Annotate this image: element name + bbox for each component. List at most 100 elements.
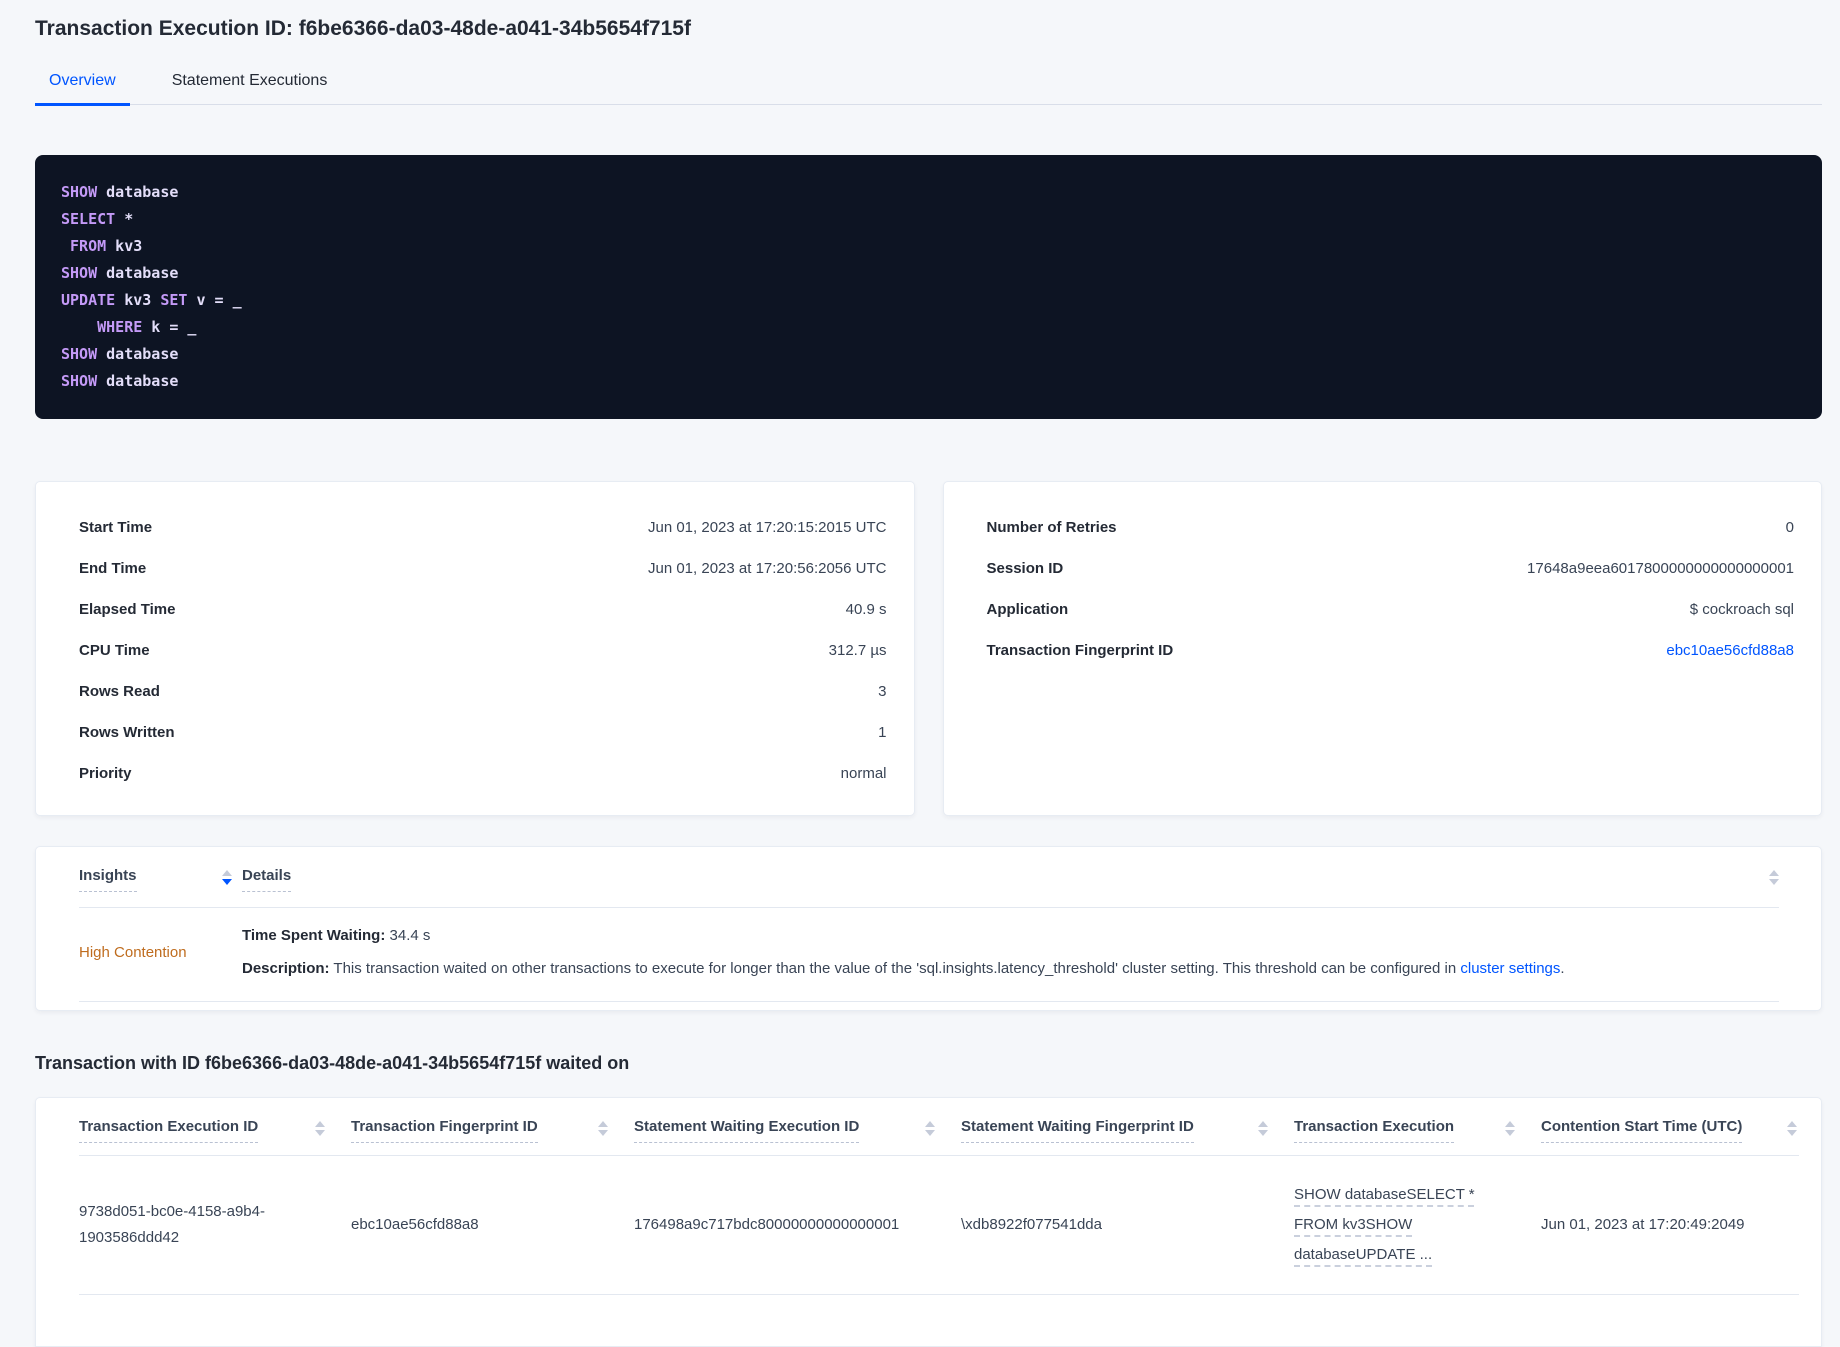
insight-type-badge: High Contention [79,944,187,961]
summary-row: End Time Jun 01, 2023 at 17:20:56:2056 UT… [79,548,887,589]
sql-text: kv3 [115,291,161,309]
table-row: 9738d051-bc0e-4158-a9b4-1903586ddd42 ebc… [79,1156,1799,1295]
row-label: Session ID [986,560,1064,577]
row-label: Elapsed Time [79,601,176,618]
sort-up-icon [1787,1121,1797,1127]
column-header: Transaction Fingerprint ID [351,1118,634,1143]
execution-summary-card: Start Time Jun 01, 2023 at 17:20:15:2015 … [35,481,915,816]
sort-up-icon [222,870,232,876]
sort-down-icon [1505,1130,1515,1136]
column-header: Statement Waiting Execution ID [634,1118,961,1143]
tab-statement-executions[interactable]: Statement Executions [158,72,342,106]
row-label: Number of Retries [986,519,1117,536]
summary-row: Application $ cockroach sql [987,589,1795,630]
sql-statements-box: SHOW database SELECT * FROM kv3 SHOW dat… [35,155,1822,419]
row-label: Priority [79,765,132,782]
waited-on-table-header: Transaction Execution ID Transaction Fin… [79,1118,1799,1156]
sort-down-icon [598,1130,608,1136]
column-label[interactable]: Contention Start Time (UTC) [1541,1118,1743,1143]
transaction-details-page: Transaction Execution ID: f6be6366-da03-… [0,0,1840,1347]
tab-bar: Overview Statement Executions [35,72,1822,106]
sql-line: SHOW database [61,368,1796,395]
transaction-execution-link[interactable]: SHOW databaseSELECT * FROM kv3SHOW datab… [1294,1180,1476,1270]
description-suffix: . [1560,960,1565,977]
sql-line: SHOW database [61,260,1796,287]
tab-overview[interactable]: Overview [35,72,130,106]
sql-keyword: SHOW [61,345,98,363]
sort-up-icon [925,1121,935,1127]
details-column-label[interactable]: Details [242,867,292,892]
sql-line: SHOW database [61,341,1796,368]
sql-line: SHOW database [61,179,1796,206]
row-value: Jun 01, 2023 at 17:20:56:2056 UTC [647,560,887,577]
sort-icon[interactable] [1769,867,1779,885]
transaction-fingerprint-link[interactable]: ebc10ae56cfd88a8 [1666,642,1794,659]
row-value: 40.9 s [845,601,887,618]
row-label: End Time [79,560,147,577]
insight-details: Time Spent Waiting: 34.4 s Description: … [242,925,1779,980]
column-label[interactable]: Transaction Fingerprint ID [351,1118,538,1143]
column-header: Statement Waiting Fingerprint ID [961,1118,1294,1143]
insights-table-header: Insights Details [79,867,1779,908]
insight-description-line: Description: This transaction waited on … [242,958,1779,980]
insights-column-header: Insights [79,867,242,892]
transaction-execution-id-cell: 9738d051-bc0e-4158-a9b4-1903586ddd42 [79,1203,265,1246]
row-label: Rows Read [79,683,160,700]
sql-text: database [97,183,179,201]
sql-text: kv3 [106,237,143,255]
sort-down-icon [315,1130,325,1136]
column-label[interactable]: Statement Waiting Execution ID [634,1118,860,1143]
insight-row: High Contention Time Spent Waiting: 34.4… [79,908,1779,1002]
sort-icon[interactable] [222,867,232,885]
summary-row: Priority normal [79,753,887,794]
row-label: Application [986,601,1069,618]
sort-icon[interactable] [598,1118,608,1136]
sql-keyword: SHOW [61,183,98,201]
statement-waiting-fingerprint-id-cell: \xdb8922f077541dda [961,1216,1102,1233]
statement-waiting-execution-id-cell: 176498a9c717bdc80000000000000001 [634,1216,900,1233]
sort-up-icon [1505,1121,1515,1127]
row-value: 312.7 µs [828,642,887,659]
sort-up-icon [598,1121,608,1127]
sql-line: FROM kv3 [61,233,1796,260]
sort-icon[interactable] [925,1118,935,1136]
transaction-fingerprint-id-cell: ebc10ae56cfd88a8 [351,1216,479,1233]
sort-icon[interactable] [1258,1118,1268,1136]
summary-row: Start Time Jun 01, 2023 at 17:20:15:2015 … [79,507,887,548]
sql-text: v = _ [187,291,242,309]
column-label[interactable]: Transaction Execution ID [79,1118,259,1143]
row-value: Jun 01, 2023 at 17:20:15:2015 UTC [647,519,887,536]
sort-down-icon [1258,1130,1268,1136]
insight-waiting-line: Time Spent Waiting: 34.4 s [242,925,1779,947]
description-text: This transaction waited on other transac… [329,960,1461,977]
row-value: normal [840,765,887,782]
sql-line: SELECT * [61,206,1796,233]
sql-keyword: SHOW [61,264,98,282]
insights-column-label[interactable]: Insights [79,867,137,892]
sort-down-icon [1769,879,1779,885]
summary-cards: Start Time Jun 01, 2023 at 17:20:15:2015 … [35,481,1822,816]
sort-icon[interactable] [1787,1118,1797,1136]
sort-icon[interactable] [1505,1118,1515,1136]
waiting-label: Time Spent Waiting: [242,927,386,944]
summary-row: Session ID 17648a9eea60178000000000000000… [987,548,1795,589]
sort-up-icon [1258,1121,1268,1127]
cluster-settings-link[interactable]: cluster settings [1460,960,1560,977]
waiting-value: 34.4 s [385,927,431,944]
sql-keyword: WHERE [97,318,143,336]
sql-keyword: SET [160,291,188,309]
waited-on-table: Transaction Execution ID Transaction Fin… [35,1097,1822,1347]
description-label: Description: [242,960,330,977]
sql-line: UPDATE kv3 SET v = _ [61,287,1796,314]
sort-down-icon [925,1130,935,1136]
details-column-header: Details [242,867,1779,892]
column-label[interactable]: Statement Waiting Fingerprint ID [961,1118,1194,1143]
sort-up-icon [1769,870,1779,876]
sort-icon[interactable] [315,1118,325,1136]
column-label[interactable]: Transaction Execution [1294,1118,1455,1143]
summary-row: Transaction Fingerprint ID ebc10ae56cfd88… [987,630,1795,671]
session-summary-card: Number of Retries 0 Session ID 17648a9eea6… [942,481,1822,816]
summary-row: Rows Read 3 [79,671,887,712]
